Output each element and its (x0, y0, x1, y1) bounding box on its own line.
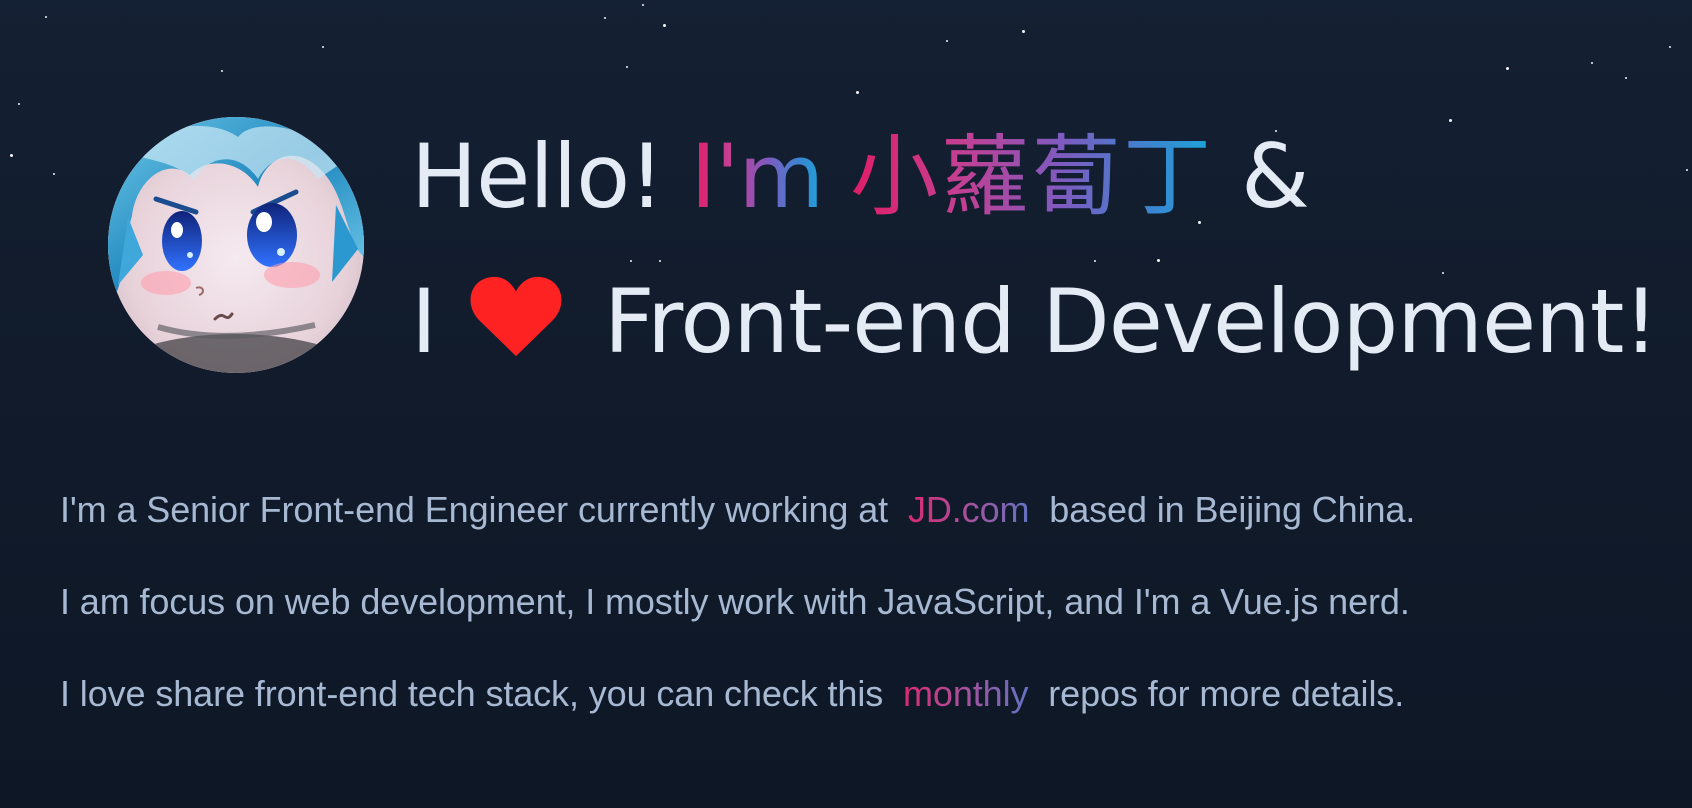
hero-section: Hello! I'm 小蘿蔔丁 & I Front-end Developmen… (108, 117, 1659, 377)
star (1506, 67, 1509, 70)
star (946, 40, 948, 42)
about-section: I'm a Senior Front-end Engineer currentl… (60, 489, 1415, 765)
about-line-1-suffix: based in Beijing China. (1049, 489, 1416, 530)
avatar-illustration (108, 117, 364, 373)
star (604, 17, 606, 19)
monthly-link[interactable]: monthly (893, 673, 1038, 714)
star (1625, 77, 1627, 79)
name-text: 小蘿蔔丁 (850, 125, 1215, 228)
star (1022, 30, 1025, 33)
star (45, 16, 47, 18)
i-text: I (411, 270, 437, 373)
about-line-3-suffix: repos for more details. (1048, 673, 1405, 714)
star (1591, 62, 1593, 64)
star (221, 70, 223, 72)
anime-avatar-icon (108, 117, 364, 373)
ampersand-text: & (1241, 125, 1310, 228)
star (642, 4, 644, 6)
about-line-1: I'm a Senior Front-end Engineer currentl… (60, 489, 1415, 531)
star (10, 154, 13, 157)
heart-icon (467, 272, 565, 360)
jd-link[interactable]: JD.com (898, 489, 1039, 530)
hello-text: Hello! (411, 125, 664, 228)
about-line-3: I love share front-end tech stack, you c… (60, 673, 1415, 715)
heart-shape (470, 276, 562, 357)
about-line-3-prefix: I love share front-end tech stack, you c… (60, 673, 884, 714)
star (663, 24, 666, 27)
star (1669, 46, 1671, 48)
about-line-2: I am focus on web development, I mostly … (60, 581, 1410, 622)
star (18, 103, 20, 105)
star (53, 173, 55, 175)
interest-text: Front-end Development! (603, 270, 1659, 373)
star (626, 66, 628, 68)
star (322, 46, 324, 48)
about-line-1-prefix: I'm a Senior Front-end Engineer currentl… (60, 489, 889, 530)
im-text: I'm (690, 125, 824, 228)
headline-line-2: I Front-end Development! (411, 262, 1659, 382)
portfolio-page: Hello! I'm 小蘿蔔丁 & I Front-end Developmen… (0, 0, 1692, 808)
star (1686, 169, 1688, 171)
headline-line-1: Hello! I'm 小蘿蔔丁 & (411, 117, 1310, 237)
star (856, 91, 859, 94)
